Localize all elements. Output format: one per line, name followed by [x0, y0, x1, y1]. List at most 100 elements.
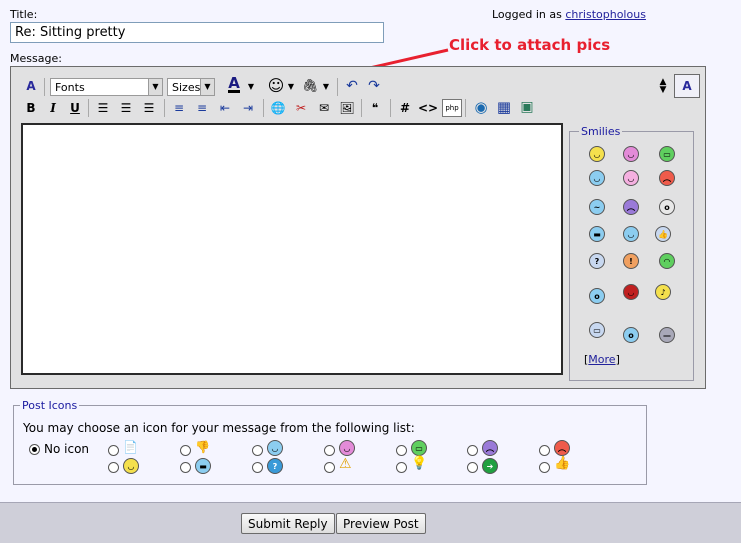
italic-button[interactable]: I — [44, 98, 62, 118]
radio-post-icon[interactable] — [108, 445, 119, 456]
radio-post-icon[interactable] — [396, 445, 407, 456]
grin-icon[interactable]: ▭ — [659, 146, 675, 162]
tongue-icon[interactable]: ◡ — [623, 170, 639, 186]
document-icon: 📄 — [123, 440, 138, 454]
undo-icon[interactable]: ↶ — [343, 76, 361, 96]
hammer-smiley-icon[interactable]: ! — [623, 253, 639, 269]
no-icon-label: No icon — [44, 442, 90, 456]
login-status: Logged in as christopholous — [492, 8, 646, 21]
radio-post-icon[interactable] — [539, 445, 550, 456]
sick-icon[interactable]: ◠ — [659, 253, 675, 269]
frown-icon: ︵ — [482, 440, 498, 456]
code-button[interactable]: <> — [418, 98, 438, 118]
table-icon[interactable]: ▦ — [494, 97, 514, 117]
radio-post-icon[interactable] — [252, 445, 263, 456]
size-select[interactable]: Sizes ▼ — [167, 78, 215, 96]
speech-smiley-icon[interactable]: ? — [589, 253, 605, 269]
pink-smile-icon[interactable]: ◡ — [623, 146, 639, 162]
toolbar-separator — [88, 99, 89, 117]
devil-icon[interactable]: ◡ — [623, 284, 639, 300]
frown-icon[interactable]: ︵ — [623, 199, 639, 215]
grin-icon: ▭ — [411, 440, 427, 456]
radio-post-icon[interactable] — [324, 462, 335, 473]
title-label: Title: — [10, 8, 38, 21]
cool-icon[interactable]: ▬ — [589, 226, 605, 242]
preview-post-button[interactable]: Preview Post — [336, 513, 426, 534]
post-icons-prompt: You may choose an icon for your message … — [23, 421, 415, 435]
radio-post-icon[interactable] — [539, 462, 550, 473]
shock-icon[interactable]: o — [589, 288, 605, 304]
ordered-list-icon[interactable]: ≡ — [170, 98, 188, 118]
submit-reply-button[interactable]: Submit Reply — [241, 513, 335, 534]
cool-icon: ▬ — [195, 458, 211, 474]
quote-icon[interactable]: ❝ — [366, 98, 384, 118]
confused-icon[interactable]: ~ — [589, 199, 605, 215]
surprised-icon[interactable]: o — [623, 327, 639, 343]
chevron-down-icon[interactable]: ▼ — [286, 76, 296, 96]
neutral-icon[interactable]: — — [659, 327, 675, 343]
arrow-right-icon: ➔ — [482, 458, 498, 474]
underline-button[interactable]: U — [66, 98, 84, 118]
title-input[interactable] — [10, 22, 384, 43]
radio-post-icon[interactable] — [467, 445, 478, 456]
insert-image-icon[interactable]: 🖼 — [338, 98, 356, 118]
radio-post-icon[interactable] — [180, 462, 191, 473]
username-link[interactable]: christopholous — [565, 8, 646, 21]
align-right-icon[interactable]: ☰ — [140, 98, 158, 118]
eek-icon[interactable]: o — [659, 199, 675, 215]
smilies-legend: Smilies — [579, 125, 623, 138]
remove-format-icon[interactable]: A — [22, 76, 40, 96]
switch-editor-mode-icon[interactable]: A — [674, 74, 700, 98]
mad-icon: ︵ — [554, 440, 570, 456]
rolleyes-icon[interactable]: ◡ — [623, 226, 639, 242]
radio-post-icon[interactable] — [180, 445, 191, 456]
align-left-icon[interactable]: ☰ — [94, 98, 112, 118]
media-icon[interactable]: ◉ — [471, 97, 491, 117]
radio-post-icon[interactable] — [324, 445, 335, 456]
thumbs-up-smiley-icon[interactable]: 👍 — [655, 226, 671, 242]
question-icon: ? — [267, 458, 283, 474]
lightbulb-icon: 💡 — [411, 456, 428, 471]
paperclip-icon[interactable]: 🖇 — [302, 76, 319, 96]
chevron-down-icon[interactable]: ▼ — [321, 76, 331, 96]
radio-post-icon[interactable] — [252, 462, 263, 473]
insert-link-icon[interactable]: 🌐 — [269, 98, 287, 118]
radio-post-icon[interactable] — [396, 462, 407, 473]
insert-attachment-icon[interactable]: ▣ — [517, 97, 537, 117]
font-select[interactable]: Fonts ▼ — [50, 78, 163, 96]
unordered-list-icon[interactable]: ≡ — [193, 98, 211, 118]
chevron-down-icon: ▼ — [200, 79, 214, 95]
bold-button[interactable]: B — [22, 98, 40, 118]
smiley-insert-icon[interactable]: ☺ — [266, 75, 286, 95]
redo-icon[interactable]: ↷ — [365, 76, 383, 96]
radio-post-icon[interactable] — [108, 462, 119, 473]
font-select-value: Fonts — [55, 81, 85, 94]
smile-icon[interactable]: ◡ — [589, 146, 605, 162]
thumbs-down-icon: 👎 — [195, 440, 210, 454]
hash-button[interactable]: # — [396, 98, 414, 118]
dancing-smiley-icon[interactable]: ♪ — [655, 284, 671, 300]
smilies-more: [More] — [584, 353, 620, 366]
wink-icon: ◡ — [267, 440, 283, 456]
php-button[interactable]: php — [442, 99, 462, 117]
mad-icon[interactable]: ︵ — [659, 170, 675, 186]
thumbs-up-icon: 👍 — [554, 456, 571, 471]
resize-toggle-icon[interactable]: ▲ ▼ — [656, 76, 670, 96]
toolbar-separator — [164, 99, 165, 117]
radio-no-icon[interactable] — [29, 444, 40, 455]
outdent-icon[interactable]: ⇤ — [216, 98, 234, 118]
sign-smiley-icon[interactable]: ▭ — [589, 322, 605, 338]
chevron-down-icon[interactable]: ▼ — [246, 76, 256, 96]
wink-icon[interactable]: ◡ — [589, 170, 605, 186]
toolbar-separator — [361, 99, 362, 117]
align-center-icon[interactable]: ☰ — [117, 98, 135, 118]
font-color-button[interactable]: A — [222, 74, 246, 94]
toolbar-separator — [337, 78, 338, 96]
insert-email-icon[interactable]: ✉ — [315, 98, 333, 118]
more-smilies-link[interactable]: More — [588, 353, 615, 366]
unlink-icon[interactable]: ✂ — [292, 98, 310, 118]
login-prefix: Logged in as — [492, 8, 562, 21]
message-textarea[interactable] — [21, 123, 563, 375]
radio-post-icon[interactable] — [467, 462, 478, 473]
indent-icon[interactable]: ⇥ — [239, 98, 257, 118]
